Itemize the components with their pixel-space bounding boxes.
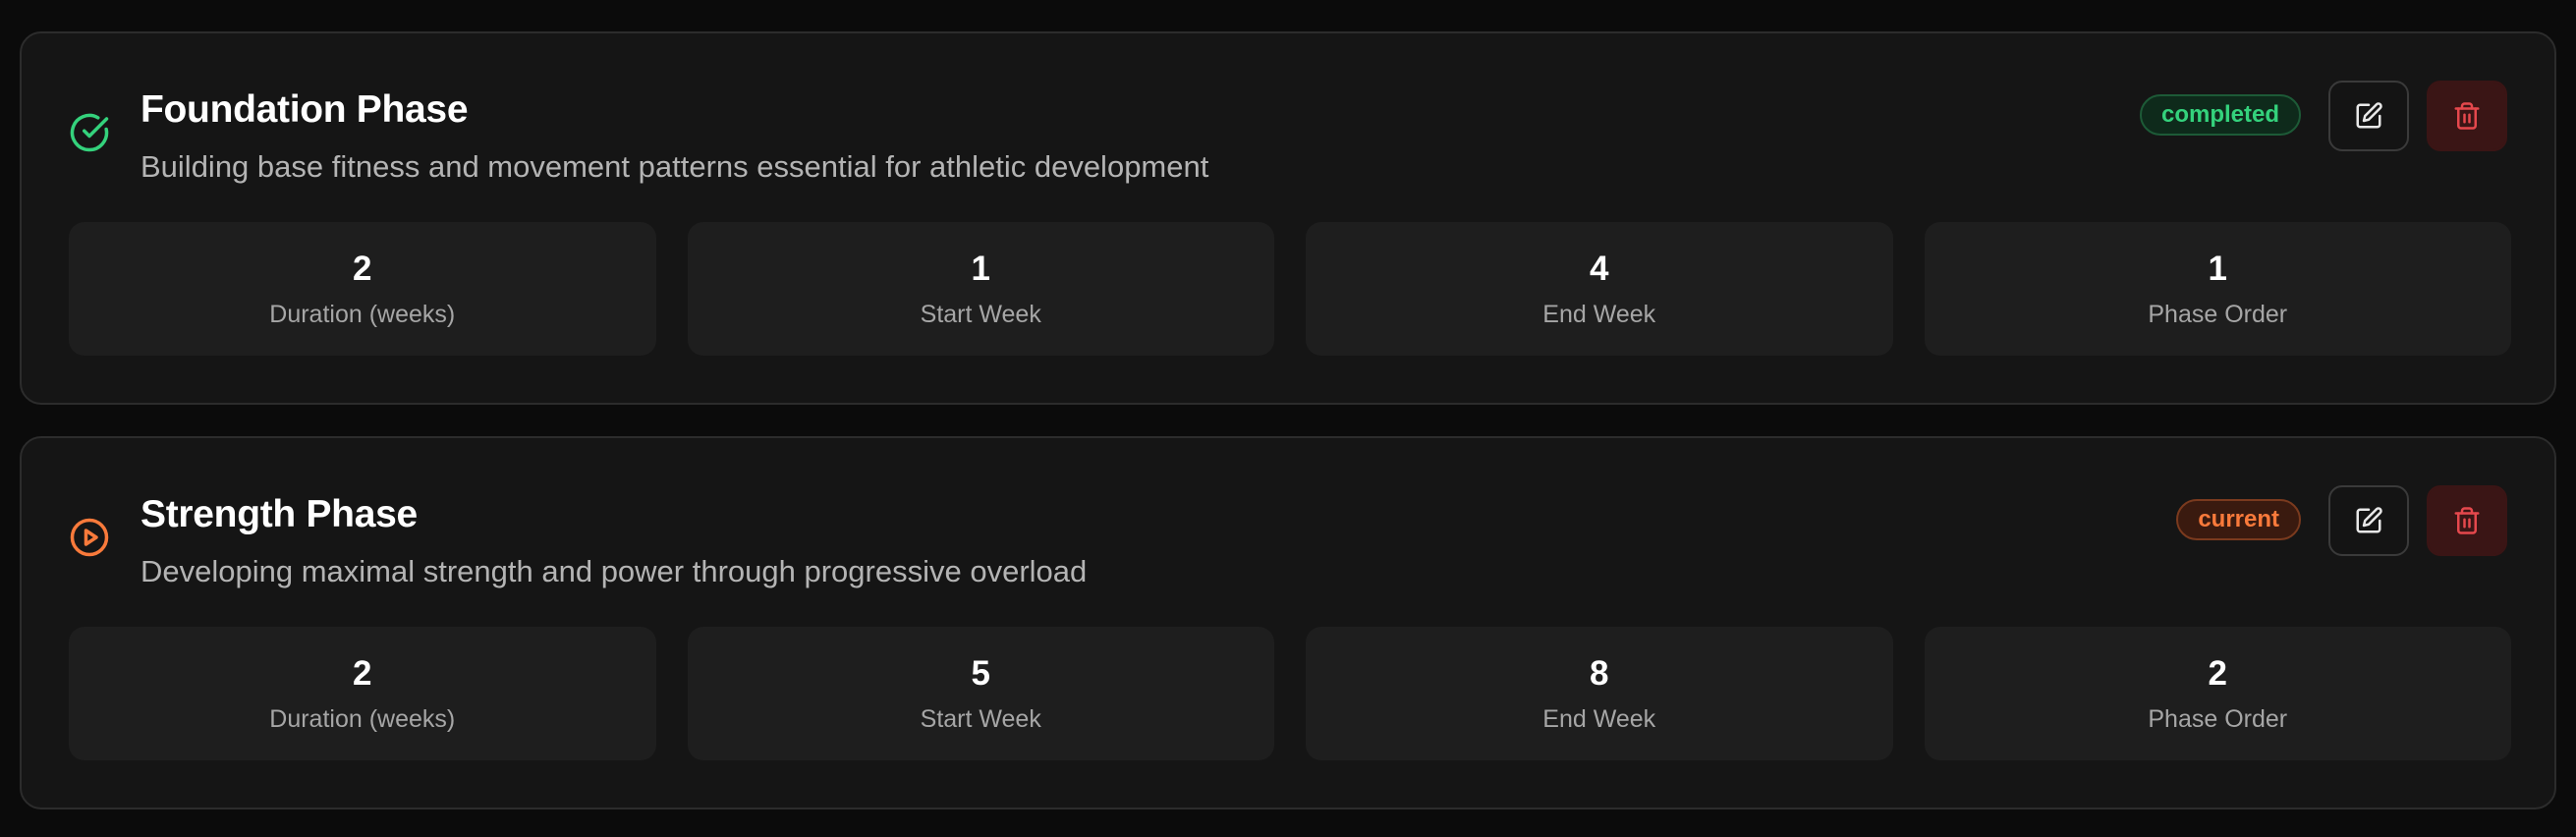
stat-value: 2 bbox=[353, 250, 372, 288]
phase-title: Foundation Phase bbox=[140, 88, 469, 131]
trash-icon bbox=[2452, 506, 2482, 535]
phase-stats: 2 Duration (weeks) 1 Start Week 4 End We… bbox=[69, 222, 2511, 356]
stat-label: Start Week bbox=[920, 705, 1041, 733]
phase-card: Strength Phase Developing maximal streng… bbox=[20, 436, 2556, 809]
stat-value: 5 bbox=[971, 654, 990, 693]
stat-end-week: 8 End Week bbox=[1306, 627, 1893, 760]
phase-card: Foundation Phase Building base fitness a… bbox=[20, 31, 2556, 405]
stat-value: 2 bbox=[353, 654, 372, 693]
stat-value: 1 bbox=[971, 250, 990, 288]
edit-button[interactable] bbox=[2328, 81, 2409, 151]
stat-start-week: 1 Start Week bbox=[687, 222, 1274, 356]
stat-duration: 2 Duration (weeks) bbox=[69, 222, 656, 356]
stat-value: 1 bbox=[2208, 250, 2227, 288]
phase-description: Building base fitness and movement patte… bbox=[140, 149, 1209, 184]
status-badge: completed bbox=[2139, 94, 2301, 136]
stat-label: Duration (weeks) bbox=[269, 301, 456, 328]
play-circle-icon bbox=[69, 517, 110, 558]
check-circle-icon bbox=[69, 112, 110, 153]
delete-button[interactable] bbox=[2427, 81, 2507, 151]
phase-title: Strength Phase bbox=[140, 493, 418, 535]
phase-stats: 2 Duration (weeks) 5 Start Week 8 End We… bbox=[69, 627, 2511, 760]
status-badge: current bbox=[2176, 499, 2301, 540]
edit-icon bbox=[2354, 101, 2383, 131]
edit-icon bbox=[2354, 506, 2383, 535]
stat-label: Phase Order bbox=[2148, 301, 2288, 328]
stat-value: 2 bbox=[2208, 654, 2227, 693]
stat-value: 8 bbox=[1590, 654, 1609, 693]
phase-description: Developing maximal strength and power th… bbox=[140, 554, 1088, 588]
stat-phase-order: 1 Phase Order bbox=[1924, 222, 2511, 356]
stat-label: End Week bbox=[1542, 301, 1656, 328]
stat-label: Duration (weeks) bbox=[269, 705, 456, 733]
trash-icon bbox=[2452, 101, 2482, 131]
stat-label: Phase Order bbox=[2148, 705, 2288, 733]
stat-label: End Week bbox=[1542, 705, 1656, 733]
stat-phase-order: 2 Phase Order bbox=[1924, 627, 2511, 760]
stat-end-week: 4 End Week bbox=[1306, 222, 1893, 356]
edit-button[interactable] bbox=[2328, 485, 2409, 556]
delete-button[interactable] bbox=[2427, 485, 2507, 556]
stat-start-week: 5 Start Week bbox=[687, 627, 1274, 760]
stat-duration: 2 Duration (weeks) bbox=[69, 627, 656, 760]
stat-value: 4 bbox=[1590, 250, 1609, 288]
stat-label: Start Week bbox=[920, 301, 1041, 328]
